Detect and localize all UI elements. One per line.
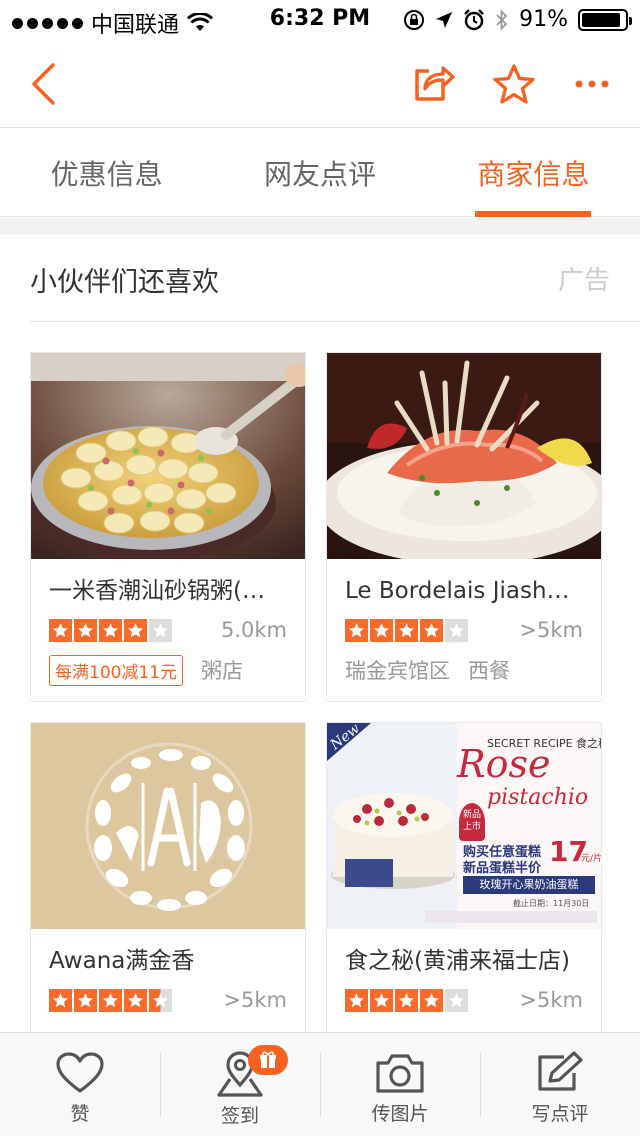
new-product-badge: 新品上市 <box>459 803 485 841</box>
cake-product-name: 玫瑰开心果奶油蛋糕 <box>463 876 595 894</box>
star-icon <box>493 64 535 104</box>
star-rating <box>49 988 172 1012</box>
star-full-icon <box>370 618 393 642</box>
cake-title-rose: Rose <box>457 742 551 786</box>
carrier-label: 中国联通 <box>91 13 180 38</box>
section-title: 小伙伴们还喜欢 <box>30 267 219 298</box>
star-empty-icon <box>445 618 468 642</box>
edit-icon <box>538 1051 583 1091</box>
star-full-icon <box>345 618 368 642</box>
star-full-icon <box>395 988 418 1012</box>
star-full-icon <box>99 988 122 1012</box>
upload-photo-label: 传图片 <box>371 1103 429 1125</box>
star-rating <box>345 618 468 642</box>
star-rating <box>49 618 172 642</box>
back-arrow-icon <box>32 63 55 105</box>
ad-label: 广告 <box>557 266 610 296</box>
star-full-icon <box>74 988 97 1012</box>
star-full-icon <box>420 618 443 642</box>
category-tag: 粥店 <box>201 659 244 683</box>
recommendations-header: 小伙伴们还喜欢 广告 <box>30 234 640 322</box>
bluetooth-icon <box>496 8 508 31</box>
gift-icon <box>260 1051 276 1068</box>
offer-line-2: 新品蛋糕半价 <box>463 861 542 876</box>
restaurant-card[interactable]: Le Bordelais Jiasha… >5km 瑞金宾馆区 西餐 <box>326 352 602 702</box>
share-icon <box>415 66 455 101</box>
star-full-icon <box>124 618 147 642</box>
awana-logo <box>31 723 305 929</box>
star-full-icon <box>395 618 418 642</box>
star-full-icon <box>345 988 368 1012</box>
like-button[interactable]: 赞 <box>0 1033 160 1136</box>
star-full-icon <box>420 988 443 1012</box>
battery-percent: 91% <box>519 7 568 32</box>
write-review-label: 写点评 <box>531 1103 589 1125</box>
status-bar-right: 91% <box>403 7 632 32</box>
distance: >5km <box>519 988 583 1012</box>
checkin-button[interactable]: 签到 <box>160 1033 320 1136</box>
battery-fill <box>582 12 621 27</box>
star-empty-icon <box>149 618 172 642</box>
battery-icon <box>578 8 632 31</box>
like-label: 赞 <box>70 1103 90 1125</box>
salmon-salad-photo <box>327 353 601 559</box>
area-tag: 瑞金宾馆区 <box>345 659 450 683</box>
tab-reviews[interactable]: 网友点评 <box>213 129 426 216</box>
star-full-icon <box>370 988 393 1012</box>
share-button[interactable] <box>408 58 460 110</box>
status-bar-left: 中国联通 <box>12 7 214 39</box>
rotation-lock-icon <box>404 9 425 30</box>
star-empty-icon <box>445 988 468 1012</box>
distance: 5.0km <box>220 618 287 642</box>
restaurant-card[interactable]: 一米香潮汕砂锅粥(… 5.0km 每满100减11元 粥店 <box>30 352 306 702</box>
more-icon <box>575 80 609 88</box>
nav-bar <box>0 40 640 128</box>
cake-price-unit: 元/片 <box>581 854 602 864</box>
favorite-button[interactable] <box>488 58 540 110</box>
cake-title-pistachio: pistachio <box>487 785 589 810</box>
offer-end-date: 截止日期：11月30日 <box>513 899 590 908</box>
category-tag: 西餐 <box>468 659 510 683</box>
promo-badge: 每满100减11元 <box>49 654 184 686</box>
write-review-button[interactable]: 写点评 <box>480 1033 640 1136</box>
tab-merchant-info[interactable]: 商家信息 <box>427 129 640 216</box>
section-divider <box>0 218 640 234</box>
restaurant-name: Awana满金香 <box>49 948 195 974</box>
star-half-icon <box>149 988 172 1012</box>
checkin-label: 签到 <box>220 1105 259 1127</box>
congee-tofu-photo <box>31 353 305 559</box>
star-full-icon <box>49 988 72 1012</box>
more-button[interactable] <box>566 58 618 110</box>
star-full-icon <box>124 988 147 1012</box>
camera-icon <box>376 1054 424 1093</box>
star-full-icon <box>74 618 97 642</box>
star-full-icon <box>49 618 72 642</box>
location-arrow-icon <box>436 11 453 28</box>
restaurant-card[interactable]: Awana满金香 >5km <box>30 722 306 1072</box>
rose-pistachio-cake-ad: New SECRET RECIPE 食之秘 Rose pistachio 新品上… <box>327 723 602 929</box>
restaurant-name: 一米香潮汕砂锅粥(… <box>49 578 265 604</box>
status-bar: 中国联通 6:32 PM 91% <box>0 0 640 40</box>
tab-discounts[interactable]: 优惠信息 <box>0 129 213 216</box>
distance: >5km <box>519 618 583 642</box>
wifi-icon <box>187 13 214 31</box>
restaurant-name: 食之秘(黄浦来福士店) <box>345 948 570 974</box>
distance: >5km <box>223 988 287 1012</box>
back-button[interactable] <box>18 58 70 110</box>
upload-photo-button[interactable]: 传图片 <box>320 1033 480 1136</box>
alarm-icon <box>464 8 484 30</box>
heart-icon <box>56 1052 104 1093</box>
restaurant-card[interactable]: New SECRET RECIPE 食之秘 Rose pistachio 新品上… <box>326 722 602 1072</box>
star-full-icon <box>99 618 122 642</box>
bottom-action-bar: 赞 签到 传图片 写点评 <box>0 1032 640 1136</box>
tab-bar: 优惠信息 网友点评 商家信息 <box>0 129 640 217</box>
signal-icon <box>12 17 83 29</box>
gift-badge <box>248 1045 288 1075</box>
restaurant-name: Le Bordelais Jiasha… <box>345 578 583 604</box>
star-rating <box>345 988 468 1012</box>
